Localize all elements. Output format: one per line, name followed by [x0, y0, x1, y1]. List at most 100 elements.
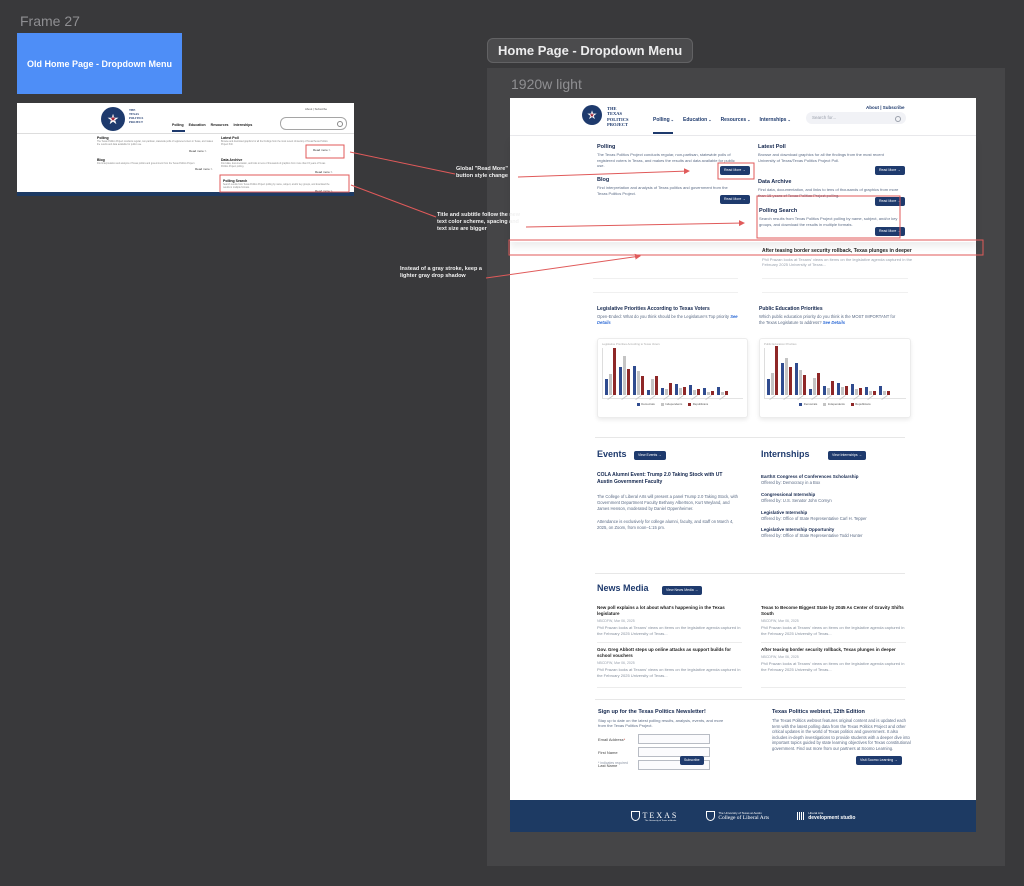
- see-details-link[interactable]: See Details: [823, 320, 845, 325]
- read-more-button[interactable]: Read More →: [875, 227, 905, 236]
- old-read-more-link[interactable]: Read more >: [195, 167, 212, 171]
- article-title[interactable]: Gov. Greg Abbott steps up online attacks…: [597, 647, 742, 659]
- old-search-input[interactable]: [280, 117, 347, 130]
- old-home-page-frame-button[interactable]: Old Home Page - Dropdown Menu: [17, 33, 182, 94]
- bar-democrats: [781, 363, 784, 396]
- faint-divider: [593, 278, 738, 279]
- faint-divider: [593, 292, 738, 293]
- article-body: Phil Prazan looks at Texans' views on it…: [761, 661, 906, 672]
- dev-studio-logo[interactable]: Liberal Arts development studio: [797, 811, 855, 821]
- old-logo-wordmark: The Texas Politics Project: [129, 109, 143, 125]
- dropdown-data-archive-title[interactable]: Data Archive: [758, 179, 791, 185]
- about-subscribe-link[interactable]: About | Subscribe: [866, 105, 905, 110]
- view-events-button[interactable]: View Events →: [634, 451, 666, 460]
- article-source: NBCDFW, Mar 06, 2025: [761, 655, 906, 659]
- x-tick-label: [853, 395, 859, 400]
- read-more-button[interactable]: Read More →: [875, 166, 905, 175]
- old-nav-item[interactable]: Education: [189, 123, 206, 127]
- visit-soomo-button[interactable]: Visit Soomo Learning →: [856, 756, 902, 765]
- search-icon: [337, 121, 343, 127]
- news-ticker-title[interactable]: After teasing border security rollback, …: [762, 248, 912, 254]
- old-read-more-link[interactable]: Read more >: [315, 170, 332, 174]
- article-title[interactable]: Texas to Become Biggest State by 2045 As…: [761, 605, 906, 617]
- x-tick-label: [881, 395, 887, 400]
- chart2-figure[interactable]: Public Education Priorities DemocratsInd…: [759, 338, 911, 418]
- tpp-logo-icon[interactable]: ★ ★: [582, 105, 602, 125]
- old-menu-latest-poll-title[interactable]: Latest Poll: [221, 136, 239, 140]
- old-nav-item[interactable]: Internships: [234, 123, 253, 127]
- view-internships-button[interactable]: View Internships →: [828, 451, 866, 460]
- dropdown-latest-poll-body: Browse and download graphics for all the…: [758, 152, 901, 163]
- article-title[interactable]: New poll explains a lot about what's hap…: [597, 605, 742, 617]
- news-article[interactable]: Texas to Become Biggest State by 2045 As…: [761, 605, 906, 636]
- legend-item: Independents: [823, 402, 844, 406]
- event-title[interactable]: COLA Alumni Event: Trump 2.0 Taking Stoc…: [597, 472, 739, 486]
- events-heading: Events: [597, 449, 627, 459]
- search-input[interactable]: Search for...: [806, 112, 906, 124]
- logo-wordmark[interactable]: The Texas Politics Project: [607, 106, 629, 128]
- bar-group: [837, 383, 848, 396]
- old-read-more-link[interactable]: Read more >: [313, 148, 330, 152]
- bar-republicans: [859, 388, 862, 395]
- bar-democrats: [767, 379, 770, 395]
- news-article[interactable]: Gov. Greg Abbott steps up online attacks…: [597, 647, 742, 678]
- read-more-button[interactable]: Read More →: [720, 166, 750, 175]
- bar-chart: [764, 348, 906, 399]
- dropdown-blog-title[interactable]: Blog: [597, 177, 609, 183]
- dropdown-latest-poll-title[interactable]: Latest Poll: [758, 144, 786, 150]
- bar-democrats: [837, 383, 840, 396]
- nav-item-resources[interactable]: Resources: [721, 117, 751, 123]
- old-menu-data-archive-title[interactable]: Data Archive: [221, 158, 242, 162]
- old-about-subscribe-link[interactable]: About | Subscribe: [305, 107, 327, 111]
- college-liberal-arts-logo[interactable]: The University of Texas at Austin Colleg…: [706, 811, 769, 821]
- view-news-media-button[interactable]: View News Media →: [662, 586, 702, 595]
- text-field[interactable]: [638, 734, 710, 744]
- red-star-icon: ★: [110, 115, 116, 123]
- x-tick-label: [607, 395, 613, 400]
- bar-democrats: [661, 388, 664, 396]
- news-article-inner: After teasing border security rollback, …: [761, 647, 906, 672]
- chevron-down-icon: [707, 117, 711, 123]
- dropdown-polling-title[interactable]: Polling: [597, 144, 615, 150]
- bar-group: [605, 348, 616, 395]
- old-menu-blog-title[interactable]: Blog: [97, 158, 105, 162]
- legend-swatch: [851, 403, 854, 406]
- old-read-more-link[interactable]: Read more >: [189, 149, 206, 153]
- article-divider: [597, 687, 742, 688]
- required-asterisk: *: [624, 737, 626, 742]
- chart1-subtitle: Open-Ended: What do you think should be …: [597, 314, 739, 325]
- internship-item[interactable]: EarthX Congress of Conferences Scholarsh…: [761, 474, 908, 486]
- ut-texas-logo[interactable]: TEXAS The University of Texas at Austin: [631, 811, 679, 822]
- home-page-frame-badge[interactable]: Home Page - Dropdown Menu: [487, 38, 693, 63]
- read-more-button[interactable]: Read More →: [875, 197, 905, 206]
- shield-icon: [706, 811, 715, 821]
- old-menu-polling-search-title[interactable]: Polling Search: [223, 179, 247, 183]
- x-tick-label: [769, 395, 775, 400]
- chart1-figure[interactable]: Legislative Priorities According to Texa…: [597, 338, 748, 418]
- article-title[interactable]: After teasing border security rollback, …: [761, 647, 906, 653]
- x-tick-label: [839, 395, 845, 400]
- bar-republicans: [887, 391, 890, 395]
- grid-icon: [797, 812, 805, 820]
- internship-item[interactable]: Legislative Internship Opportunity Offer…: [761, 527, 908, 539]
- newsletter-sub: Stay up to date on the latest polling re…: [598, 718, 728, 729]
- old-nav-item[interactable]: Polling: [172, 123, 184, 127]
- news-article[interactable]: New poll explains a lot about what's hap…: [597, 605, 742, 636]
- frame-27-label: Frame 27: [20, 13, 80, 29]
- internship-item[interactable]: Congressional Internship Offered by: U.S…: [761, 492, 908, 504]
- nav-item-internships[interactable]: Internships: [760, 117, 791, 123]
- old-menu-polling-title[interactable]: Polling: [97, 136, 109, 140]
- chart-legend: DemocratsIndependentsRepublicans: [602, 402, 743, 406]
- dropdown-polling-search-title[interactable]: Polling Search: [759, 208, 797, 214]
- nav-item-education[interactable]: Education: [683, 117, 712, 123]
- subscribe-button[interactable]: Subscribe: [680, 756, 704, 765]
- bar-democrats: [717, 387, 720, 395]
- faint-divider: [762, 292, 908, 293]
- nav-item-polling[interactable]: Polling: [653, 117, 674, 123]
- news-article[interactable]: After teasing border security rollback, …: [761, 647, 906, 672]
- old-nav-item[interactable]: Resources: [211, 123, 229, 127]
- internship-item[interactable]: Legislative Internship Offered by: Offic…: [761, 510, 908, 522]
- read-more-button[interactable]: Read More →: [720, 195, 750, 204]
- old-menu-latest-poll-body: Browse and download graphics for all the…: [221, 141, 333, 147]
- bar-group: [781, 358, 792, 396]
